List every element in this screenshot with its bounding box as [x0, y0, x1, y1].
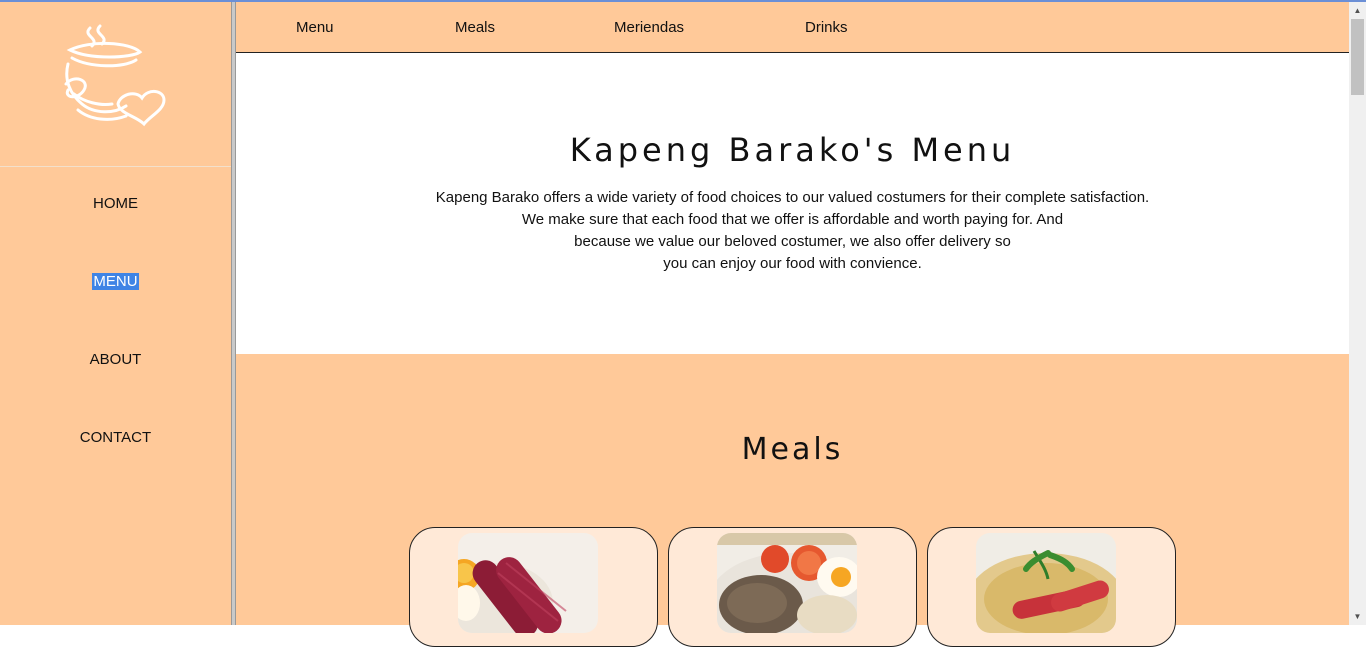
meal-card[interactable]	[927, 527, 1176, 647]
sidebar-item-label: HOME	[93, 195, 138, 212]
sidebar-item-label: CONTACT	[79, 429, 152, 446]
sidebar-item-home[interactable]: HOME	[0, 195, 231, 212]
sidebar-item-about[interactable]: ABOUT	[0, 351, 231, 368]
top-nav: Menu Meals Meriendas Drinks	[236, 2, 1349, 53]
tab-menu[interactable]: Menu	[296, 19, 334, 36]
tapsilog-photo	[717, 533, 857, 633]
intro-line: We make sure that each food that we offe…	[521, 211, 1064, 228]
intro-line: Kapeng Barako offers a wide variety of f…	[435, 189, 1150, 206]
sidebar-item-label: ABOUT	[89, 351, 142, 368]
meals-section: Meals	[236, 354, 1349, 647]
coffee-cup-heart-logo	[64, 24, 166, 127]
sidebar-item-menu[interactable]: MENU	[0, 273, 231, 290]
section-title: Meals	[741, 432, 844, 467]
meal-card[interactable]	[409, 527, 658, 647]
logo-area	[0, 2, 231, 167]
sidebar: HOME MENU ABOUT CONTACT	[0, 2, 231, 625]
meal-card[interactable]	[668, 527, 917, 647]
page-title: Kapeng Barako's Menu	[569, 131, 1016, 169]
longsilog-garlic-rice-photo	[976, 533, 1116, 633]
tab-meriendas[interactable]: Meriendas	[614, 19, 684, 36]
scrollbar-thumb[interactable]	[1351, 19, 1364, 95]
intro-line: because we value our beloved costumer, w…	[574, 233, 1011, 250]
tab-drinks[interactable]: Drinks	[805, 19, 848, 36]
sidebar-item-label: MENU	[92, 273, 139, 290]
scroll-up-icon[interactable]: ▲	[1349, 2, 1366, 19]
intro-paragraph: Kapeng Barako offers a wide variety of f…	[236, 187, 1349, 275]
menu-intro-section: Kapeng Barako's Menu Kapeng Barako offer…	[236, 53, 1349, 354]
scroll-down-icon[interactable]: ▼	[1349, 608, 1366, 625]
sidebar-item-contact[interactable]: CONTACT	[0, 429, 231, 446]
intro-line: you can enjoy our food with convience.	[663, 255, 922, 272]
longganisa-sinangag-photo	[458, 533, 598, 633]
tab-meals[interactable]: Meals	[455, 19, 495, 36]
vertical-scrollbar[interactable]: ▲ ▼	[1349, 2, 1366, 625]
